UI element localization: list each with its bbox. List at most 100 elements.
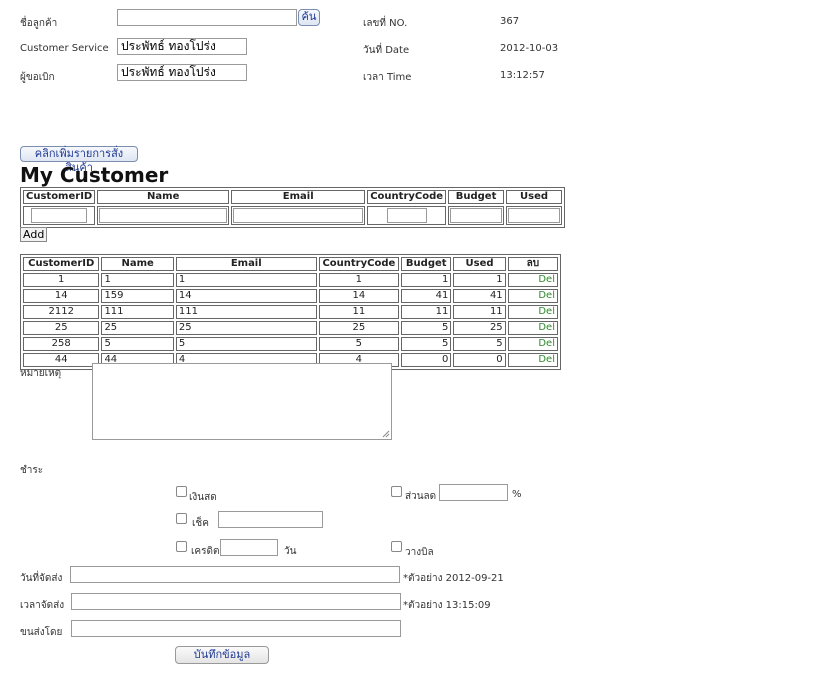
remark-textarea[interactable]	[92, 363, 392, 440]
cell-name: 159	[101, 289, 174, 303]
customer-input[interactable]	[117, 9, 297, 26]
cell-budget: 5	[401, 337, 452, 351]
cell-budget: 1	[401, 273, 452, 287]
credit-checkbox[interactable]	[176, 541, 187, 552]
cell-budget: 5	[401, 321, 452, 335]
cash-label: เงินสด	[189, 492, 217, 503]
email-input[interactable]	[233, 208, 364, 223]
budget-input[interactable]	[450, 208, 503, 223]
time-label: เวลา Time	[363, 72, 412, 83]
cell-email: 14	[175, 289, 317, 303]
percent-label: %	[512, 489, 522, 500]
list-header-name: Name	[101, 257, 174, 271]
cell-name: 5	[101, 337, 174, 351]
cell-customerid: 2112	[23, 305, 100, 319]
cell-budget: 11	[401, 305, 452, 319]
discount-label: ส่วนลด	[405, 491, 437, 502]
table-row: 258 5 5 5 5 5 Del	[23, 337, 558, 351]
resize-grip-icon[interactable]	[382, 430, 390, 438]
page-title: My Customer	[20, 163, 169, 187]
delivery-date-label: วันที่จัดส่ง	[20, 573, 63, 584]
credit-label: เครดิต	[191, 546, 220, 557]
entry-header-countrycode: CountryCode	[367, 190, 447, 204]
date-value: 2012-10-03	[500, 43, 559, 54]
cell-name: 25	[101, 321, 174, 335]
discount-checkbox[interactable]	[391, 486, 402, 497]
cell-email: 1	[175, 273, 317, 287]
cheque-checkbox[interactable]	[176, 513, 187, 524]
save-button[interactable]: บันทึกข้อมูล	[175, 646, 269, 664]
delivery-time-hint: *ตัวอย่าง 13:15:09	[403, 600, 491, 611]
doc-no-label: เลขที่ NO.	[363, 18, 408, 29]
list-header-customerid: CustomerID	[23, 257, 100, 271]
list-header-budget: Budget	[401, 257, 452, 271]
cell-countrycode: 1	[318, 273, 400, 287]
days-label: วัน	[284, 546, 297, 557]
cell-countrycode: 25	[318, 321, 400, 335]
cell-customerid: 44	[23, 353, 100, 367]
entry-header-row: CustomerID Name Email CountryCode Budget…	[23, 190, 563, 204]
delete-link[interactable]: Del	[507, 353, 558, 367]
discount-input[interactable]	[439, 484, 508, 501]
cell-name: 1	[101, 273, 174, 287]
payment-label: ชำระ	[20, 465, 44, 476]
entry-table: CustomerID Name Email CountryCode Budget…	[20, 187, 566, 228]
delete-link[interactable]: Del	[507, 337, 558, 351]
cell-used: 0	[453, 353, 506, 367]
doc-no-value: 367	[500, 16, 520, 27]
shipped-by-input[interactable]	[71, 620, 401, 637]
delivery-date-input[interactable]	[70, 566, 400, 583]
customer-list-table: CustomerID Name Email CountryCode Budget…	[20, 254, 561, 370]
search-button[interactable]: ค้น	[298, 9, 320, 26]
entry-header-email: Email	[231, 190, 366, 204]
list-header-row: CustomerID Name Email CountryCode Budget…	[23, 257, 558, 271]
requester-label: ผู้ขอเบิก	[20, 72, 55, 83]
used-input[interactable]	[508, 208, 561, 223]
add-order-items-button[interactable]: คลิกเพิ่มรายการสั่งสินค้า	[20, 146, 138, 174]
cell-email: 111	[175, 305, 317, 319]
delete-link[interactable]: Del	[507, 305, 558, 319]
cell-used: 5	[453, 337, 506, 351]
customerid-input[interactable]	[31, 208, 88, 223]
table-row: 14 159 14 14 41 41 Del	[23, 289, 558, 303]
cell-customerid: 14	[23, 289, 100, 303]
entry-header-customerid: CustomerID	[23, 190, 96, 204]
time-value: 13:12:57	[500, 70, 545, 81]
credit-days-input[interactable]	[220, 539, 278, 556]
list-header-delete: ลบ	[507, 257, 558, 271]
service-input[interactable]: ประพัทธ์ ทองโปร่ง	[117, 38, 247, 55]
cheque-input[interactable]	[218, 511, 323, 528]
delivery-time-label: เวลาจัดส่ง	[20, 600, 65, 611]
cell-countrycode: 5	[318, 337, 400, 351]
cell-used: 11	[453, 305, 506, 319]
bill-checkbox[interactable]	[391, 541, 402, 552]
cell-customerid: 258	[23, 337, 100, 351]
cell-name: 111	[101, 305, 174, 319]
cell-used: 41	[453, 289, 506, 303]
bill-label: วางบิล	[405, 547, 434, 558]
countrycode-input[interactable]	[386, 208, 427, 223]
list-header-countrycode: CountryCode	[318, 257, 400, 271]
delivery-time-input[interactable]	[71, 593, 401, 610]
cell-countrycode: 14	[318, 289, 400, 303]
add-button[interactable]: Add	[20, 227, 48, 242]
name-input[interactable]	[99, 208, 228, 223]
cell-customerid: 1	[23, 273, 100, 287]
table-row: 1 1 1 1 1 1 Del	[23, 273, 558, 287]
cell-used: 1	[453, 273, 506, 287]
entry-header-name: Name	[97, 190, 230, 204]
entry-input-row	[23, 206, 563, 225]
list-header-email: Email	[175, 257, 317, 271]
cash-checkbox[interactable]	[176, 486, 187, 497]
cell-budget: 41	[401, 289, 452, 303]
delete-link[interactable]: Del	[507, 273, 558, 287]
delivery-date-hint: *ตัวอย่าง 2012-09-21	[403, 573, 504, 584]
table-row: 25 25 25 25 5 25 Del	[23, 321, 558, 335]
entry-header-used: Used	[506, 190, 563, 204]
list-header-used: Used	[453, 257, 506, 271]
cheque-label: เช็ค	[192, 518, 209, 529]
requester-input[interactable]: ประพัทธ์ ทองโปร่ง	[117, 64, 247, 81]
delete-link[interactable]: Del	[507, 289, 558, 303]
delete-link[interactable]: Del	[507, 321, 558, 335]
service-label: Customer Service	[20, 43, 109, 54]
